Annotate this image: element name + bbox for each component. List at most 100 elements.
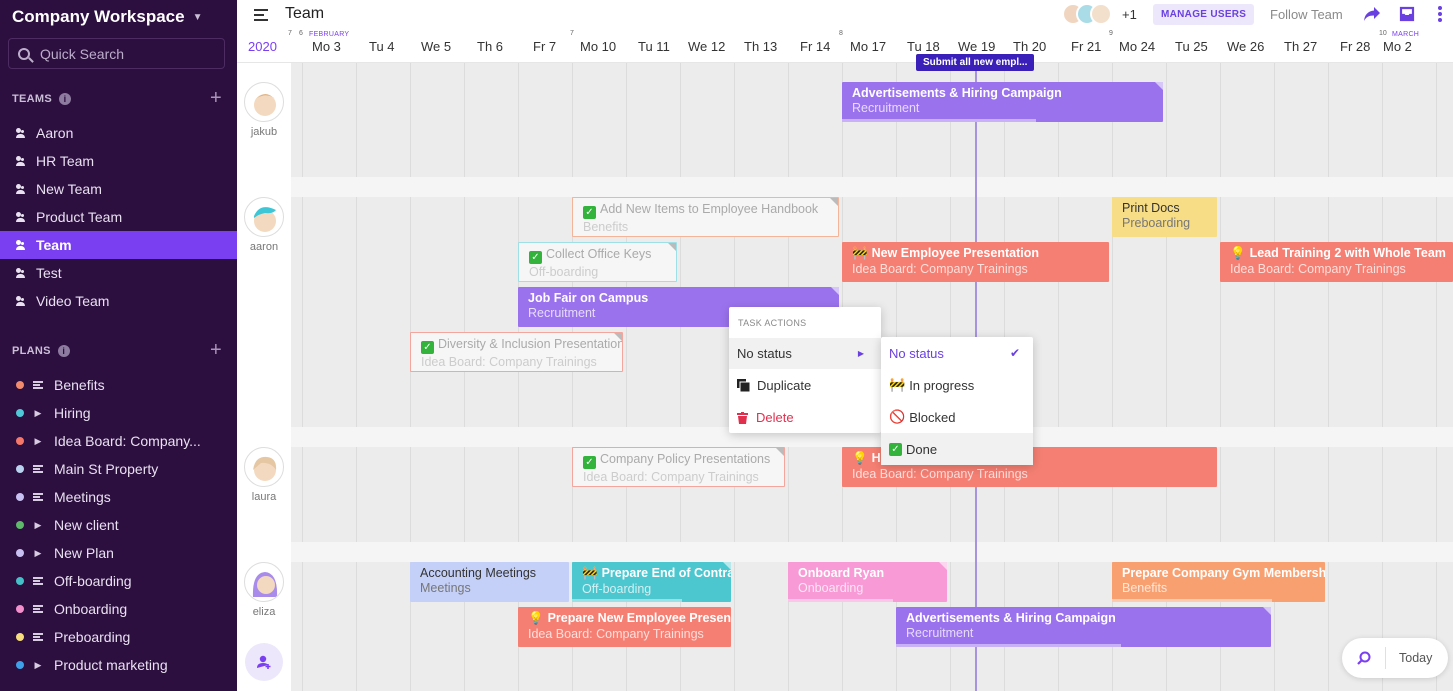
task-card[interactable]: 💡 Lead Training 2 with Whole Team Idea Bo… <box>1220 242 1453 282</box>
team-avatars[interactable] <box>1062 3 1112 25</box>
expand-chevron-icon[interactable]: ▶ <box>32 660 44 671</box>
task-card[interactable]: ✓ Add New Items to Employee Handbook Bene… <box>572 197 839 237</box>
status-option-blocked[interactable]: 🚫 Blocked <box>881 401 1033 433</box>
task-plan: Idea Board: Company Trainings <box>583 470 759 484</box>
sidebar-plan-item[interactable]: ▶ Product marketing <box>0 651 237 679</box>
day-column-label[interactable]: Tu 4 <box>369 39 395 54</box>
task-progress <box>788 599 893 602</box>
milestone-badge[interactable]: Submit all new empl... <box>916 54 1035 71</box>
extra-users-count: +1 <box>1122 7 1137 22</box>
info-icon[interactable]: i <box>59 93 71 105</box>
sidebar-item-label: Video Team <box>36 293 110 309</box>
sidebar-item-aaron[interactable]: Aaron <box>0 119 237 147</box>
plan-list-icon <box>32 381 44 389</box>
task-card[interactable]: 🚧 Prepare End of Contra Off-boarding <box>572 562 731 602</box>
task-card[interactable]: Advertisements & Hiring Campaign Recruit… <box>842 82 1163 122</box>
sidebar-plan-item[interactable]: Off-boarding <box>0 567 237 595</box>
task-card[interactable]: ✓ Company Policy Presentations Idea Board… <box>572 447 785 487</box>
sidebar-plan-item[interactable]: Meetings <box>0 483 237 511</box>
task-card[interactable]: Onboard Ryan Onboarding <box>788 562 947 602</box>
day-column-label[interactable]: We 26 <box>1227 39 1264 54</box>
task-card[interactable]: 💡 Prepare New Employee Presenta Idea Boar… <box>518 607 731 647</box>
day-column-label[interactable]: Fr 28 <box>1340 39 1370 54</box>
day-column-label[interactable]: Fr 14 <box>800 39 830 54</box>
expand-chevron-icon[interactable]: ▶ <box>32 520 44 531</box>
sidebar-plan-item[interactable]: Preboarding <box>0 623 237 651</box>
day-column-label[interactable]: We 19 <box>958 39 995 54</box>
status-menu-item[interactable]: No status ▶ <box>729 338 881 369</box>
plan-list-icon <box>32 605 44 613</box>
menu-toggle-icon[interactable] <box>254 9 268 21</box>
follow-team-button[interactable]: Follow Team <box>1270 7 1343 22</box>
day-column-label[interactable]: Th 13 <box>744 39 777 54</box>
task-plan: Idea Board: Company Trainings <box>852 262 1028 276</box>
person-jakub[interactable]: jakub <box>242 82 286 138</box>
day-column-label[interactable]: Tu 18 <box>907 39 940 54</box>
task-card[interactable]: Accounting Meetings Meetings <box>410 562 569 602</box>
sidebar-plan-item[interactable]: Benefits <box>0 371 237 399</box>
day-column-label[interactable]: Fr 7 <box>533 39 556 54</box>
sidebar-plan-item[interactable]: ▶ Hiring <box>0 399 237 427</box>
sidebar-plan-label: Off-boarding <box>54 573 132 589</box>
day-column-label[interactable]: Fr 21 <box>1071 39 1101 54</box>
task-card[interactable]: ✓ Collect Office Keys Off-boarding <box>518 242 677 282</box>
person-eliza[interactable]: eliza <box>242 562 286 618</box>
more-options-icon[interactable] <box>1437 6 1443 22</box>
sidebar-item-product-team[interactable]: Product Team <box>0 203 237 231</box>
task-card[interactable]: Advertisements & Hiring Campaign Recruit… <box>896 607 1271 647</box>
day-column-label[interactable]: Mo 24 <box>1119 39 1155 54</box>
sidebar-plan-item[interactable]: ▶ Idea Board: Company... <box>0 427 237 455</box>
sidebar-item-test[interactable]: Test <box>0 259 237 287</box>
task-card[interactable]: 🚧 New Employee Presentation Idea Board: C… <box>842 242 1109 282</box>
expand-chevron-icon[interactable]: ▶ <box>32 408 44 419</box>
duplicate-menu-item[interactable]: Duplicate <box>729 370 881 401</box>
person-laura[interactable]: laura <box>242 447 286 503</box>
manage-users-button[interactable]: MANAGE USERS <box>1153 4 1255 25</box>
day-column-label[interactable]: Th 20 <box>1013 39 1046 54</box>
status-option-done[interactable]: ✓ Done <box>881 433 1033 465</box>
sidebar-plan-item[interactable]: Onboarding <box>0 595 237 623</box>
status-option-label: Done <box>906 441 938 457</box>
sidebar-item-team[interactable]: Team <box>0 231 237 259</box>
sidebar-plan-item[interactable]: Main St Property <box>0 455 237 483</box>
day-column-label[interactable]: We 12 <box>688 39 725 54</box>
day-column-label[interactable]: Th 27 <box>1284 39 1317 54</box>
share-icon[interactable] <box>1363 6 1381 22</box>
sidebar-plan-item[interactable]: ▶ New Plan <box>0 539 237 567</box>
day-column-label[interactable]: Mo 2 <box>1383 39 1412 54</box>
info-icon[interactable]: i <box>57 345 70 357</box>
year-label[interactable]: 2020 <box>248 39 277 54</box>
day-column-label[interactable]: Th 6 <box>477 39 503 54</box>
day-column-label[interactable]: Tu 11 <box>638 39 670 54</box>
today-button[interactable]: Today <box>1399 651 1432 665</box>
person-aaron[interactable]: aaron <box>242 197 286 253</box>
status-option-no-status[interactable]: No status ✔ <box>881 337 1033 369</box>
sidebar-item-video-team[interactable]: Video Team <box>0 287 237 315</box>
day-column-label[interactable]: Mo 17 <box>850 39 886 54</box>
add-plan-icon[interactable]: + <box>210 339 222 362</box>
sidebar-item-hr-team[interactable]: HR Team <box>0 147 237 175</box>
add-user-button[interactable] <box>245 643 283 681</box>
sidebar-item-new-team[interactable]: New Team <box>0 175 237 203</box>
task-title: Lead Training 2 with Whole Team <box>1249 246 1446 260</box>
sidebar-plan-item[interactable]: ▶ New client <box>0 511 237 539</box>
quick-search[interactable]: Quick Search <box>8 38 225 69</box>
task-title: Print Docs <box>1122 201 1180 215</box>
status-option-in-progress[interactable]: 🚧 In progress <box>881 369 1033 401</box>
task-card[interactable]: ✓ Diversity & Inclusion Presentation Idea… <box>410 332 623 372</box>
zoom-button[interactable] <box>1342 647 1386 669</box>
add-team-icon[interactable]: + <box>210 87 222 110</box>
day-column-label[interactable]: We 5 <box>421 39 451 54</box>
day-column-label[interactable]: Tu 25 <box>1175 39 1208 54</box>
task-plan: Off-boarding <box>529 265 599 279</box>
task-card[interactable]: Print Docs Preboarding <box>1112 197 1217 237</box>
expand-chevron-icon[interactable]: ▶ <box>32 548 44 559</box>
plans-heading-label: PLANS <box>12 345 51 357</box>
day-column-label[interactable]: Mo 3 <box>312 39 341 54</box>
day-column-label[interactable]: Mo 10 <box>580 39 616 54</box>
workspace-switcher[interactable]: Company Workspace ▼ <box>12 7 202 27</box>
delete-menu-item[interactable]: Delete <box>729 402 881 433</box>
task-card[interactable]: Prepare Company Gym Membershi Benefits <box>1112 562 1325 602</box>
expand-chevron-icon[interactable]: ▶ <box>32 436 44 447</box>
inbox-icon[interactable] <box>1399 6 1415 22</box>
